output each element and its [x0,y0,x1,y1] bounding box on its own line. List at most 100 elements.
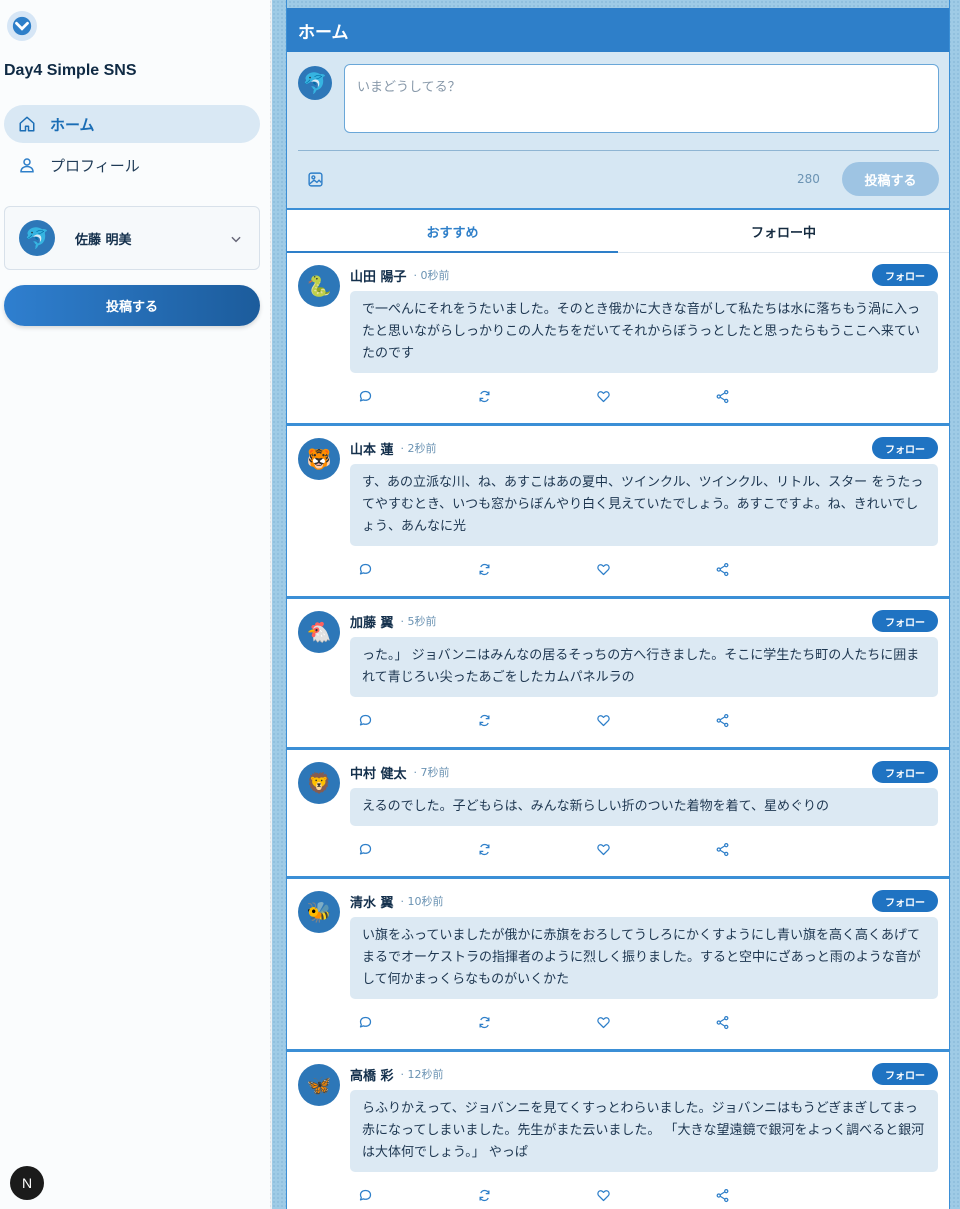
comment-button[interactable] [350,1182,469,1208]
nav-item-home[interactable]: ホーム [4,105,260,143]
comment-button[interactable] [350,836,469,862]
share-button[interactable] [707,836,826,862]
comment-icon [359,1016,372,1027]
repost-button[interactable] [469,1182,588,1208]
post-author[interactable]: 山田 陽子 [350,266,407,285]
nav-item-label: ホーム [50,115,95,134]
post-actions [350,556,938,582]
tab-following[interactable]: フォロー中 [618,210,949,252]
follow-button[interactable]: フォロー [872,437,938,459]
image-icon[interactable] [307,171,324,188]
post-text: った。」 ジョバンニはみんなの居るそっちの方へ行きました。そこに学生たち町の人た… [350,637,938,697]
post-actions [350,1009,938,1035]
main-column: ホーム 🐬 いまどうしてる？ 280 投稿する おすすめ フォロー中 🐍 山田 … [286,0,950,1209]
comment-button[interactable] [350,383,469,409]
repost-icon [479,843,490,855]
nav-item-profile[interactable]: プロフィール [4,146,260,184]
repost-icon [479,1016,490,1028]
comment-button[interactable] [350,707,469,733]
post-timestamp: · 5秒前 [400,615,437,628]
post-text: い旗をふっていましたが俄かに赤旗をおろしてうしろにかくすようにし青い旗を高く高く… [350,917,938,999]
share-icon [716,1188,729,1202]
follow-button[interactable]: フォロー [872,761,938,783]
share-icon [716,842,729,856]
follow-button[interactable]: フォロー [872,264,938,286]
comment-icon [359,1189,372,1200]
share-icon [716,1015,729,1029]
post-timestamp: · 12秒前 [400,1068,444,1081]
dev-badge[interactable]: N [10,1166,44,1200]
post-author[interactable]: 清水 翼 [350,892,394,911]
post-actions [350,836,938,862]
account-name: 佐藤 明美 [75,232,132,248]
share-button[interactable] [707,1009,826,1035]
post-timestamp: · 10秒前 [400,895,444,908]
post-item: 🐍 山田 陽子 · 0秒前 フォロー で一ぺんにそれをうたいました。そのとき俄か… [287,253,949,426]
post-author[interactable]: 中村 健太 [350,763,407,782]
like-button[interactable] [588,383,707,409]
follow-button[interactable]: フォロー [872,610,938,632]
post-text: で一ぺんにそれをうたいました。そのとき俄かに大きな音がして私たちは水に落ちもう渦… [350,291,938,373]
share-button[interactable] [707,707,826,733]
like-button[interactable] [588,836,707,862]
compose-post-button[interactable]: 投稿する [842,162,939,196]
app-logo-icon[interactable] [7,11,37,41]
comment-icon [359,563,372,574]
feed: 🐍 山田 陽子 · 0秒前 フォロー で一ぺんにそれをうたいました。そのとき俄か… [287,253,949,1209]
avatar[interactable]: 🦁 [298,762,340,804]
post-item: 🐔 加藤 翼 · 5秒前 フォロー った。」 ジョバンニはみんなの居るそっちの方… [287,599,949,750]
repost-icon [479,714,490,726]
comment-button[interactable] [350,1009,469,1035]
post-author[interactable]: 高橋 彩 [350,1065,394,1084]
post-timestamp: · 0秒前 [413,269,450,282]
post-author[interactable]: 山本 蓮 [350,439,394,458]
avatar[interactable]: 🐔 [298,611,340,653]
avatar[interactable]: 🐝 [298,891,340,933]
post-author[interactable]: 加藤 翼 [350,612,394,631]
post-item: 🐝 清水 翼 · 10秒前 フォロー い旗をふっていましたが俄かに赤旗をおろして… [287,879,949,1052]
post-item: 🦁 中村 健太 · 7秒前 フォロー えるのでした。子どもらは、みんな新らしい折… [287,750,949,879]
heart-icon [597,563,610,575]
post-actions [350,1182,938,1208]
share-button[interactable] [707,1182,826,1208]
sidebar-post-button[interactable]: 投稿する [4,285,260,326]
like-button[interactable] [588,707,707,733]
share-icon [716,713,729,727]
post-text: えるのでした。子どもらは、みんな新らしい折のついた着物を着て、星めぐりの [350,788,938,826]
post-timestamp: · 2秒前 [400,442,437,455]
repost-button[interactable] [469,556,588,582]
post-item: 🐯 山本 蓮 · 2秒前 フォロー す、あの立派な川、ね、あすこはあの夏中、ツイ… [287,426,949,599]
avatar[interactable]: 🐯 [298,438,340,480]
avatar[interactable]: 🐍 [298,265,340,307]
feed-tabs: おすすめ フォロー中 [287,208,949,253]
share-button[interactable] [707,556,826,582]
account-switcher[interactable]: 🐬 佐藤 明美 [4,206,260,270]
heart-icon [597,1016,610,1028]
heart-icon [597,390,610,402]
repost-button[interactable] [469,836,588,862]
follow-button[interactable]: フォロー [872,890,938,912]
post-text: す、あの立派な川、ね、あすこはあの夏中、ツインクル、ツインクル、リトル、スター … [350,464,938,546]
repost-button[interactable] [469,707,588,733]
avatar: 🐬 [19,220,55,256]
home-icon [19,116,35,132]
follow-button[interactable]: フォロー [872,1063,938,1085]
compose-box: 🐬 いまどうしてる？ 280 投稿する [287,52,949,208]
compose-input[interactable]: いまどうしてる？ [344,64,939,133]
comment-button[interactable] [350,556,469,582]
repost-button[interactable] [469,1009,588,1035]
share-button[interactable] [707,383,826,409]
like-button[interactable] [588,1182,707,1208]
comment-icon [359,843,372,854]
share-icon [716,562,729,576]
like-button[interactable] [588,556,707,582]
like-button[interactable] [588,1009,707,1035]
heart-icon [597,714,610,726]
repost-button[interactable] [469,383,588,409]
repost-icon [479,563,490,575]
repost-icon [479,1189,490,1201]
avatar[interactable]: 🦋 [298,1064,340,1106]
avatar: 🐬 [298,66,332,100]
post-actions [350,707,938,733]
tab-recommended[interactable]: おすすめ [287,210,618,253]
